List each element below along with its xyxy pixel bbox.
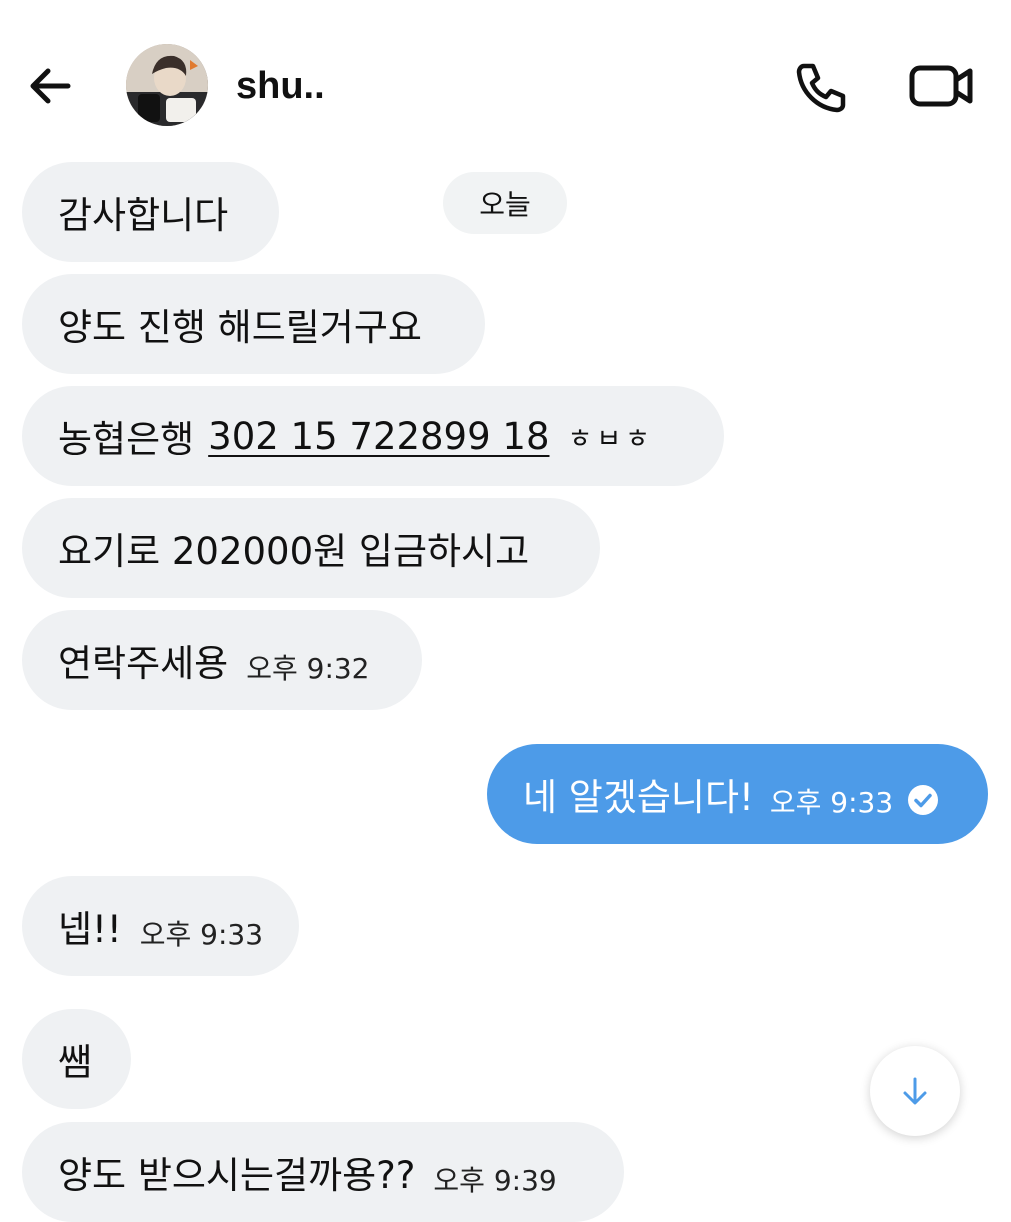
received-message[interactable]: 감사합니다 [22,162,279,262]
scroll-to-bottom-button[interactable] [870,1046,960,1136]
message-text: 네 알겠습니다! [523,776,754,819]
message-text: 감사합니다 [58,194,229,237]
message-timestamp: 오후 9:33 [769,786,894,819]
video-call-button[interactable] [908,60,976,112]
back-button[interactable] [22,58,78,114]
message-text: 농협은행 [58,418,195,461]
received-message[interactable]: 연락주세용 오후 9:32 [22,610,422,710]
message-text: 양도 받으시는걸까용?? [58,1154,416,1197]
message-text: 쌤 [58,1041,93,1084]
account-number-link[interactable]: 302 15 722899 18 [208,415,549,458]
account-holder-initials: ㅎㅂㅎ [567,423,655,455]
check-circle-icon [908,785,939,815]
received-message[interactable]: 요기로 202000원 입금하시고 [22,498,600,598]
arrow-down-icon [903,1077,927,1105]
message-text: 양도 진행 해드릴거구요 [58,306,422,349]
chat-header: shu.. [0,0,1011,170]
arrow-left-icon [30,68,71,104]
date-separator: 오늘 [443,172,567,234]
sent-message[interactable]: 네 알겠습니다! 오후 9:33 [487,744,988,844]
received-message[interactable]: 쌤 [22,1009,131,1109]
contact-avatar[interactable] [126,44,208,126]
message-timestamp: 오후 9:33 [139,918,264,951]
message-text: 연락주세용 [58,642,229,685]
message-timestamp: 오후 9:39 [433,1164,557,1197]
video-camera-icon [909,65,973,107]
voice-call-button[interactable] [792,58,850,116]
phone-icon [796,63,846,113]
received-message[interactable]: 농협은행 302 15 722899 18 ㅎㅂㅎ [22,386,724,486]
received-message[interactable]: 양도 받으시는걸까용?? 오후 9:39 [22,1122,624,1222]
contact-name[interactable]: shu.. [236,62,325,110]
message-text: 요기로 202000원 입금하시고 [58,530,530,573]
received-message[interactable]: 양도 진행 해드릴거구요 [22,274,485,374]
avatar-photo [126,44,208,126]
message-text: 넵!! [58,908,122,951]
received-message[interactable]: 넵!! 오후 9:33 [22,876,299,976]
message-timestamp: 오후 9:32 [246,652,370,685]
